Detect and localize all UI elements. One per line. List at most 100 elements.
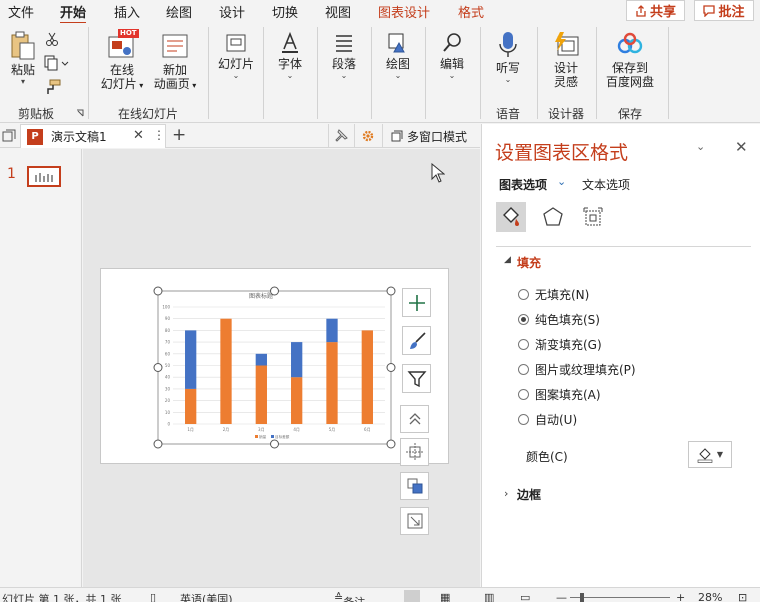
comment-button[interactable]: 批注 bbox=[694, 0, 754, 21]
dialog-launcher-icon[interactable] bbox=[76, 109, 84, 117]
tab-insert[interactable]: 插入 bbox=[114, 2, 140, 21]
chart-styles-button[interactable] bbox=[402, 326, 431, 355]
radio-button[interactable] bbox=[518, 314, 529, 325]
zoom-slider-thumb[interactable] bbox=[580, 593, 584, 602]
dictate-dropdown-icon[interactable]: ⌄ bbox=[488, 75, 528, 85]
radio-button[interactable] bbox=[518, 364, 529, 375]
fill-option-2[interactable]: 渐变填充(G) bbox=[518, 336, 602, 353]
tab-design[interactable]: 设计 bbox=[219, 2, 245, 21]
chart-title[interactable]: 图表标题 bbox=[249, 292, 273, 300]
fill-option-1[interactable]: 纯色填充(S) bbox=[518, 311, 600, 328]
pane-options-icon[interactable]: ⌄ bbox=[696, 140, 705, 153]
document-tab[interactable]: P 演示文稿1 ✕ ⋮ bbox=[20, 124, 166, 148]
editing-button[interactable]: 编辑 ⌄ bbox=[432, 31, 472, 81]
arrange-button[interactable] bbox=[400, 472, 429, 500]
radio-button[interactable] bbox=[518, 289, 529, 300]
fill-line-tab[interactable] bbox=[496, 202, 526, 232]
drawing-dropdown-icon[interactable]: ⌄ bbox=[378, 71, 418, 81]
fill-collapse-icon[interactable]: ◢ bbox=[504, 255, 511, 265]
format-painter-icon[interactable] bbox=[44, 79, 62, 95]
paragraph-dropdown-icon[interactable]: ⌄ bbox=[324, 71, 364, 81]
bring-forward-button[interactable] bbox=[400, 405, 429, 433]
paste-button[interactable]: 粘贴 ▾ bbox=[8, 31, 38, 87]
slide-thumbnail[interactable] bbox=[27, 166, 61, 187]
tab-file[interactable]: 文件 bbox=[8, 2, 34, 21]
fill-option-3[interactable]: 图片或纹理填充(P) bbox=[518, 361, 636, 378]
radio-button[interactable] bbox=[518, 389, 529, 400]
copy-icon[interactable] bbox=[44, 55, 70, 71]
chart-legend[interactable]: 销量 目标差额 bbox=[255, 434, 290, 439]
align-center-button[interactable] bbox=[400, 438, 429, 466]
new-animation-dropdown-icon[interactable]: ▾ bbox=[190, 81, 196, 90]
new-animation-page-button[interactable]: 新加 动画页 ▾ bbox=[150, 29, 200, 93]
fill-section-header[interactable]: 填充 bbox=[517, 254, 541, 271]
paragraph-button[interactable]: 段落 ⌄ bbox=[324, 31, 364, 81]
tab-more-icon[interactable]: ⋮ bbox=[153, 128, 165, 142]
new-window-icon[interactable] bbox=[2, 129, 16, 143]
drawing-button[interactable]: 绘图 ⌄ bbox=[378, 31, 418, 81]
slide-sorter-button[interactable]: ▦ bbox=[440, 591, 450, 602]
multiwindow-button[interactable]: 多窗口模式 bbox=[382, 124, 480, 148]
size-properties-tab[interactable] bbox=[578, 202, 608, 232]
notes-button[interactable]: ≙ 备注 bbox=[334, 591, 365, 602]
spellcheck-icon[interactable]: ▯ bbox=[150, 591, 156, 602]
radio-button[interactable] bbox=[518, 414, 529, 425]
resize-button[interactable] bbox=[400, 507, 429, 535]
fill-option-5[interactable]: 自动(U) bbox=[518, 411, 577, 428]
tab-transitions[interactable]: 切换 bbox=[272, 2, 298, 21]
font-dropdown-icon[interactable]: ⌄ bbox=[270, 71, 310, 81]
slides-button[interactable]: 幻灯片 ⌄ bbox=[214, 31, 258, 81]
slideshow-button[interactable]: ▭ bbox=[520, 591, 530, 602]
tab-chart-design[interactable]: 图表设计 bbox=[378, 2, 430, 21]
close-pane-icon[interactable]: ✕ bbox=[735, 138, 748, 156]
tab-text-options[interactable]: 文本选项 bbox=[582, 176, 630, 193]
effects-tab[interactable] bbox=[538, 202, 568, 232]
paste-dropdown-icon[interactable]: ▾ bbox=[8, 77, 38, 87]
share-button[interactable]: 共享 bbox=[626, 0, 685, 21]
chart-area[interactable]: 0 10 20 30 40 50 60 70 80 90 100 1月 2月 3月 4月 5月 6月 图表标题… bbox=[101, 269, 450, 465]
add-tab-icon[interactable]: + bbox=[172, 125, 186, 145]
bar-销量 bbox=[326, 342, 338, 424]
close-tab-icon[interactable]: ✕ bbox=[133, 128, 144, 143]
save-to-label-2: 百度网盘 bbox=[605, 75, 654, 89]
dictate-button[interactable]: 听写 ⌄ bbox=[488, 31, 528, 85]
online-slides-button[interactable]: HOT 在线 幻灯片 ▾ bbox=[97, 29, 147, 93]
slide[interactable]: 0 10 20 30 40 50 60 70 80 90 100 1月 2月 3月 4月 5月 6月 图表标题… bbox=[100, 268, 449, 464]
pin-button[interactable] bbox=[328, 124, 352, 148]
document-tab-name: 演示文稿1 bbox=[51, 130, 107, 144]
color-picker-button[interactable]: ▼ bbox=[688, 441, 732, 468]
zoom-level[interactable]: 28% bbox=[698, 591, 722, 602]
chart-filters-button[interactable] bbox=[402, 364, 431, 393]
online-slides-dropdown-icon[interactable]: ▾ bbox=[137, 81, 143, 90]
fill-option-0[interactable]: 无填充(N) bbox=[518, 286, 589, 303]
designer-button[interactable]: 设计 灵感 bbox=[544, 31, 588, 89]
tab-format[interactable]: 格式 bbox=[458, 2, 484, 21]
fit-slide-icon[interactable]: ⊡ bbox=[738, 591, 747, 602]
save-to-baidu-button[interactable]: 保存到 百度网盘 bbox=[600, 31, 660, 89]
zoom-slider[interactable] bbox=[570, 597, 670, 598]
zoom-in-button[interactable]: + bbox=[676, 591, 685, 602]
reading-view-button[interactable]: ▥ bbox=[484, 591, 494, 602]
fill-option-label: 自动(U) bbox=[535, 413, 578, 427]
resize-handle bbox=[153, 363, 163, 372]
font-button[interactable]: 字体 ⌄ bbox=[270, 31, 310, 81]
slide-thumbnail-pane: 1 bbox=[0, 149, 82, 587]
tab-home[interactable]: 开始 bbox=[60, 2, 87, 25]
chart-options-dropdown-icon[interactable]: ⌄ bbox=[557, 175, 566, 188]
chart-elements-button[interactable] bbox=[402, 288, 431, 317]
tab-chart-options[interactable]: 图表选项 bbox=[499, 176, 547, 193]
tab-draw[interactable]: 绘图 bbox=[166, 2, 192, 21]
zoom-out-button[interactable]: — bbox=[556, 591, 567, 602]
cut-icon[interactable] bbox=[44, 31, 60, 47]
border-expand-icon[interactable]: › bbox=[504, 487, 508, 500]
slides-dropdown-icon[interactable]: ⌄ bbox=[214, 71, 258, 81]
fill-option-4[interactable]: 图案填充(A) bbox=[518, 386, 601, 403]
settings-button[interactable] bbox=[354, 124, 380, 148]
tab-view[interactable]: 视图 bbox=[325, 2, 351, 21]
editing-dropdown-icon[interactable]: ⌄ bbox=[432, 71, 472, 81]
language-status[interactable]: 英语(美国) bbox=[180, 591, 233, 602]
normal-view-button[interactable] bbox=[404, 590, 420, 602]
radio-button[interactable] bbox=[518, 339, 529, 350]
chart-x-ticks: 1月 2月 3月 4月 5月 6月 bbox=[187, 427, 370, 432]
border-section-header[interactable]: 边框 bbox=[517, 486, 541, 503]
